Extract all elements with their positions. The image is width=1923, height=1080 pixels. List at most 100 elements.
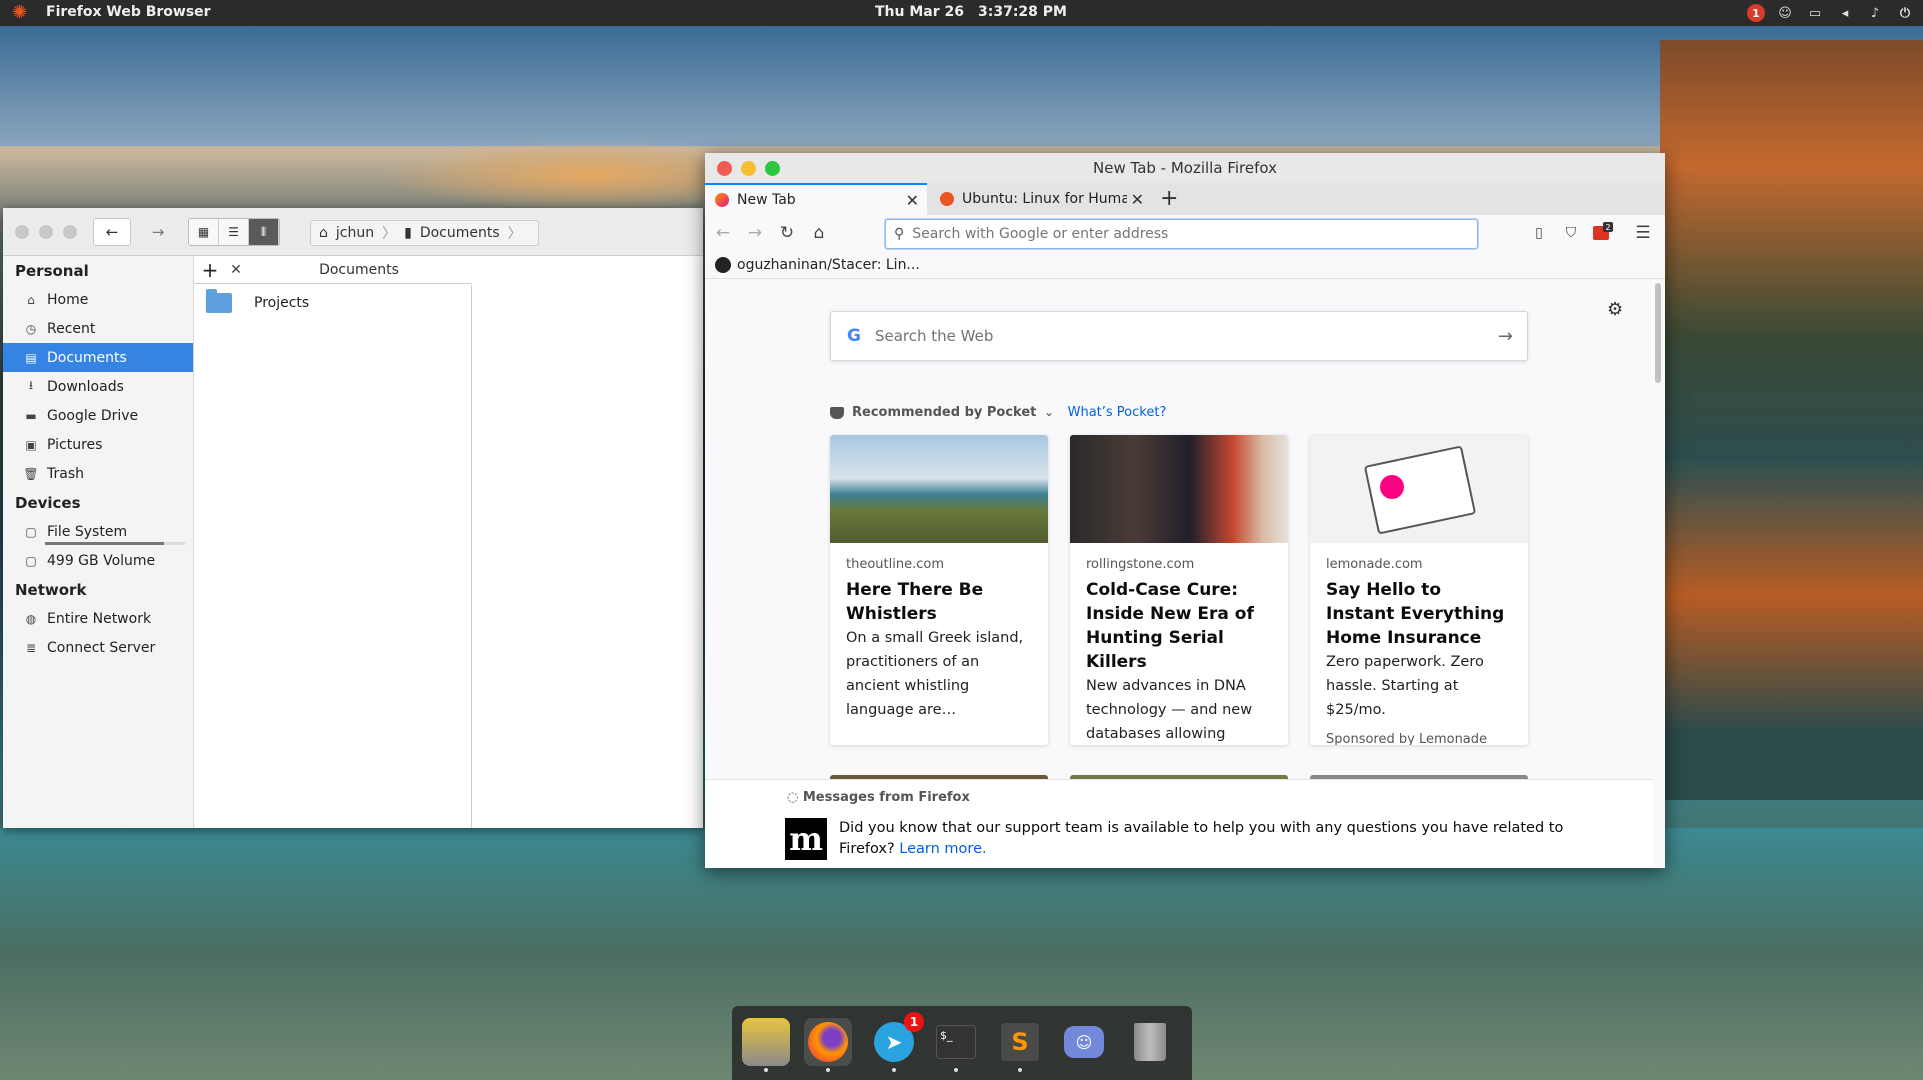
pocket-heading-label[interactable]: Recommended by Pocket	[852, 405, 1036, 420]
firefox-message-panel: ◌ Messages from Firefox m Did you know t…	[705, 779, 1653, 868]
card-description: New advances in DNA technology — and new…	[1086, 678, 1253, 742]
close-icon[interactable]: ✕	[226, 262, 246, 278]
view-mode-switcher: ▦ ☰ ⦀	[188, 218, 280, 246]
breadcrumb-item[interactable]: Documents	[420, 225, 500, 241]
close-window-button[interactable]	[15, 225, 29, 239]
list-view-icon[interactable]: ☰	[219, 219, 249, 245]
sidebar-item-google-drive[interactable]: ▬ Google Drive	[3, 401, 193, 430]
github-icon	[715, 256, 731, 273]
forward-icon[interactable]: →	[745, 223, 765, 243]
firefox-icon	[715, 193, 729, 207]
sidebar-item-file-system[interactable]: ▢ File System	[3, 517, 193, 546]
ubuntu-logo-icon[interactable]: ✺	[12, 3, 32, 23]
sidebar-item-volume[interactable]: ▢ 499 GB Volume	[3, 546, 193, 575]
pocket-card[interactable]: theoutline.com Here There Be Whistlers O…	[830, 435, 1048, 745]
minimize-window-button[interactable]	[39, 225, 53, 239]
bookmarks-toolbar: oguzhaninan/Stacer: Lin...	[705, 251, 1665, 279]
grid-view-icon[interactable]: ▦	[189, 219, 219, 245]
new-tab-button[interactable]: +	[1160, 186, 1178, 211]
discord-icon[interactable]: ☺	[1060, 1018, 1108, 1066]
sidebar-item-trash[interactable]: 🗑 Trash	[3, 459, 193, 488]
extension-icon[interactable]: 2	[1591, 222, 1613, 243]
address-bar[interactable]: ⚲	[885, 219, 1478, 249]
display-icon[interactable]: ▭	[1805, 3, 1825, 23]
sidebar-toggle-icon[interactable]: ▯	[1529, 223, 1549, 243]
tab-ubuntu[interactable]: Ubuntu: Linux for Human B ✕	[930, 183, 1152, 215]
sidebar-item-documents[interactable]: ▤ Documents	[3, 343, 193, 372]
sidebar-item-home[interactable]: ⌂ Home	[3, 285, 193, 314]
learn-more-link[interactable]: Learn more.	[899, 841, 986, 857]
bookmark-item[interactable]: oguzhaninan/Stacer: Lin...	[737, 257, 920, 273]
breadcrumb-item[interactable]: jchun	[336, 225, 374, 241]
volume-icon[interactable]: ♪	[1865, 3, 1885, 23]
clock[interactable]: Thu Mar 26 3:37:28 PM	[875, 4, 1081, 20]
sidebar-item-label: Trash	[47, 465, 84, 482]
arrow-right-icon[interactable]: →	[1498, 326, 1513, 347]
sidebar-heading-network: Network	[15, 581, 87, 599]
trash-icon[interactable]	[1126, 1018, 1174, 1066]
shield-icon[interactable]: ⛉	[1561, 223, 1581, 243]
power-icon[interactable]: ⏻	[1895, 3, 1915, 23]
card-source: theoutline.com	[846, 557, 944, 572]
clock-icon: ◷	[25, 321, 37, 336]
breadcrumb: ⌂ jchun 〉 ▮ Documents 〉	[310, 220, 539, 246]
maximize-window-button[interactable]	[765, 161, 780, 176]
running-indicator	[1018, 1068, 1022, 1072]
sidebar-item-recent[interactable]: ◷ Recent	[3, 314, 193, 343]
disk-usage-bar	[45, 542, 185, 545]
download-icon: ⭳	[28, 378, 34, 392]
sidebar-item-pictures[interactable]: ▣ Pictures	[3, 430, 193, 459]
notification-badge-icon[interactable]: 1	[1747, 4, 1765, 22]
reload-icon[interactable]: ↻	[777, 223, 797, 243]
pocket-card[interactable]: lemonade.com Say Hello to Instant Everyt…	[1310, 435, 1528, 745]
sidebar-item-entire-network[interactable]: ◍ Entire Network	[3, 604, 193, 633]
back-icon[interactable]: ←	[713, 223, 733, 243]
sidebar-item-downloads[interactable]: ⭳ Downloads	[3, 372, 193, 401]
sublime-text-icon[interactable]: S	[996, 1018, 1044, 1072]
messages-heading: ◌ Messages from Firefox	[787, 790, 970, 805]
card-description: On a small Greek island, practitioners o…	[846, 630, 1024, 718]
terminal-icon[interactable]: $_	[932, 1018, 980, 1072]
ubuntu-favicon-icon	[940, 192, 954, 206]
navigation-toolbar: ← → ↻ ⌂ ⚲ ▯ ⛉ 2 ☰	[705, 215, 1665, 251]
close-tab-icon[interactable]: ✕	[1131, 190, 1144, 209]
mozilla-logo-icon: m	[785, 818, 827, 860]
sidebar: Personal ⌂ Home ◷ Recent ▤ Documents ⭳ Downl…	[3, 256, 194, 828]
address-input[interactable]	[912, 226, 1477, 242]
minimize-window-button[interactable]	[741, 161, 756, 176]
add-icon[interactable]: +	[194, 258, 226, 282]
discord-tray-icon[interactable]: ☺	[1775, 3, 1795, 23]
gear-icon[interactable]: ⚙	[1607, 299, 1623, 320]
pocket-card[interactable]: rollingstone.com Cold-Case Cure: Inside …	[1070, 435, 1288, 745]
scrollbar[interactable]	[1655, 283, 1661, 383]
search-placeholder: Search the Web	[874, 327, 994, 345]
tab-new-tab[interactable]: New Tab ✕	[705, 183, 927, 215]
close-window-button[interactable]	[717, 161, 732, 176]
sidebar-item-label: Downloads	[47, 378, 124, 395]
chevron-down-icon[interactable]: ⌄	[1044, 406, 1053, 419]
home-icon[interactable]: ⌂	[809, 223, 829, 243]
firefox-icon[interactable]	[804, 1018, 852, 1072]
top-panel: ✺ Firefox Web Browser Thu Mar 26 3:37:28 …	[0, 0, 1923, 26]
hamburger-menu-icon[interactable]: ☰	[1633, 223, 1653, 243]
window-titlebar[interactable]: New Tab - Mozilla Firefox	[705, 153, 1665, 183]
window-title: New Tab - Mozilla Firefox	[1093, 159, 1277, 177]
folder-icon: ▬	[25, 408, 37, 423]
network-icon[interactable]: ◂	[1835, 3, 1855, 23]
web-search-box[interactable]: G Search the Web →	[830, 311, 1528, 361]
active-app-name[interactable]: Firefox Web Browser	[46, 4, 211, 20]
list-item[interactable]: Projects	[206, 289, 309, 313]
files-icon[interactable]	[742, 1018, 790, 1072]
sidebar-item-label: Home	[47, 291, 89, 308]
breadcrumb-separator: 〉	[507, 226, 522, 242]
maximize-window-button[interactable]	[63, 225, 77, 239]
telegram-icon[interactable]: ➤ 1	[870, 1012, 924, 1072]
file-manager-toolbar: ← → ▦ ☰ ⦀ ⌂ jchun 〉 ▮ Documents 〉	[3, 208, 703, 256]
whats-pocket-link[interactable]: What’s Pocket?	[1068, 405, 1167, 420]
close-tab-icon[interactable]: ✕	[906, 191, 919, 210]
forward-button[interactable]: →	[143, 218, 173, 246]
sidebar-item-connect-server[interactable]: ≣ Connect Server	[3, 633, 193, 662]
running-indicator	[892, 1068, 896, 1072]
back-button[interactable]: ←	[93, 218, 131, 246]
column-view-icon[interactable]: ⦀	[249, 219, 279, 245]
